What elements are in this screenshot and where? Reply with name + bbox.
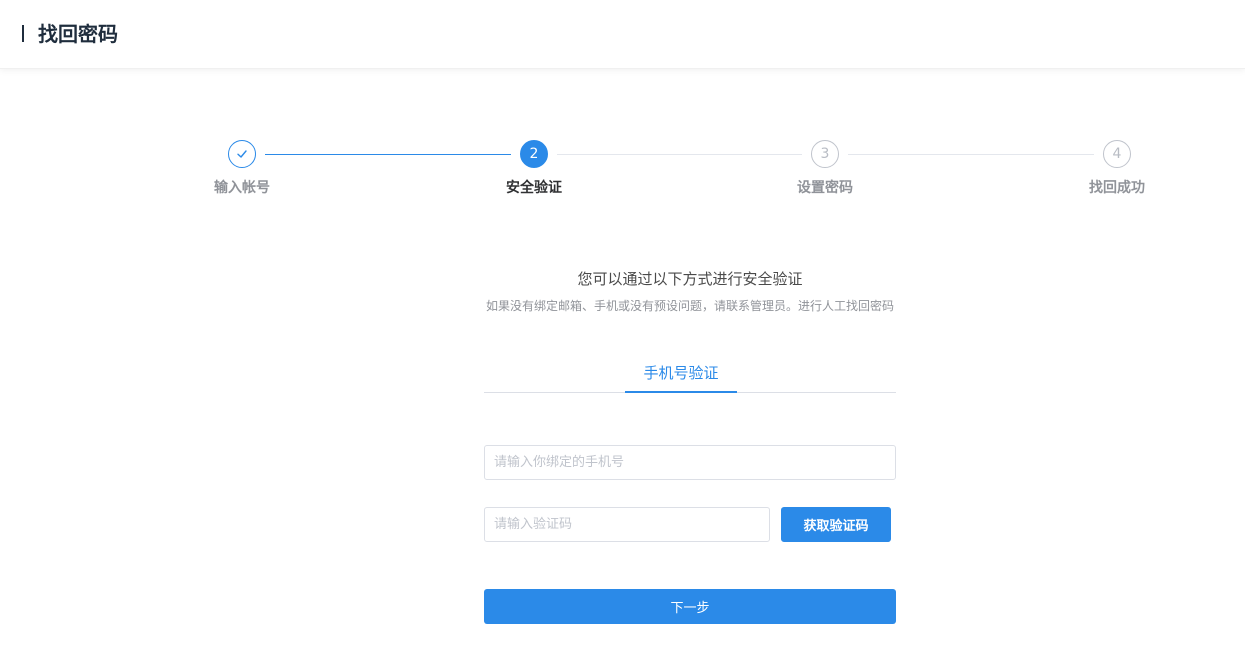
step-connector-1 — [265, 154, 511, 155]
next-step-button[interactable]: 下一步 — [484, 589, 896, 624]
verification-tabs: 手机号验证 — [484, 360, 896, 393]
phone-input[interactable] — [484, 445, 896, 480]
verification-intro-subtitle: 如果没有绑定邮箱、手机或没有预设问题，请联系管理员。进行人工找回密码 — [485, 299, 894, 313]
check-icon — [237, 150, 247, 158]
step-1-label: 输入帐号 — [214, 180, 270, 196]
step-1-circle — [228, 140, 256, 168]
step-3-circle: 3 — [811, 140, 839, 168]
get-code-button[interactable]: 获取验证码 — [781, 507, 891, 542]
step-4-circle: 4 — [1103, 140, 1131, 168]
step-3-label: 设置密码 — [797, 180, 853, 196]
step-2-circle: 2 — [520, 140, 548, 168]
step-connector-2 — [557, 154, 802, 155]
step-connector-3 — [848, 154, 1094, 155]
tab-phone-verification[interactable]: 手机号验证 — [625, 360, 737, 393]
step-4-label: 找回成功 — [1089, 180, 1145, 196]
step-2-label: 安全验证 — [506, 180, 562, 196]
verification-code-input[interactable] — [484, 507, 770, 542]
verification-intro-title: 您可以通过以下方式进行安全验证 — [577, 270, 803, 288]
progress-steps: 输入帐号 2 安全验证 3 设置密码 4 找回成功 — [0, 0, 1245, 210]
